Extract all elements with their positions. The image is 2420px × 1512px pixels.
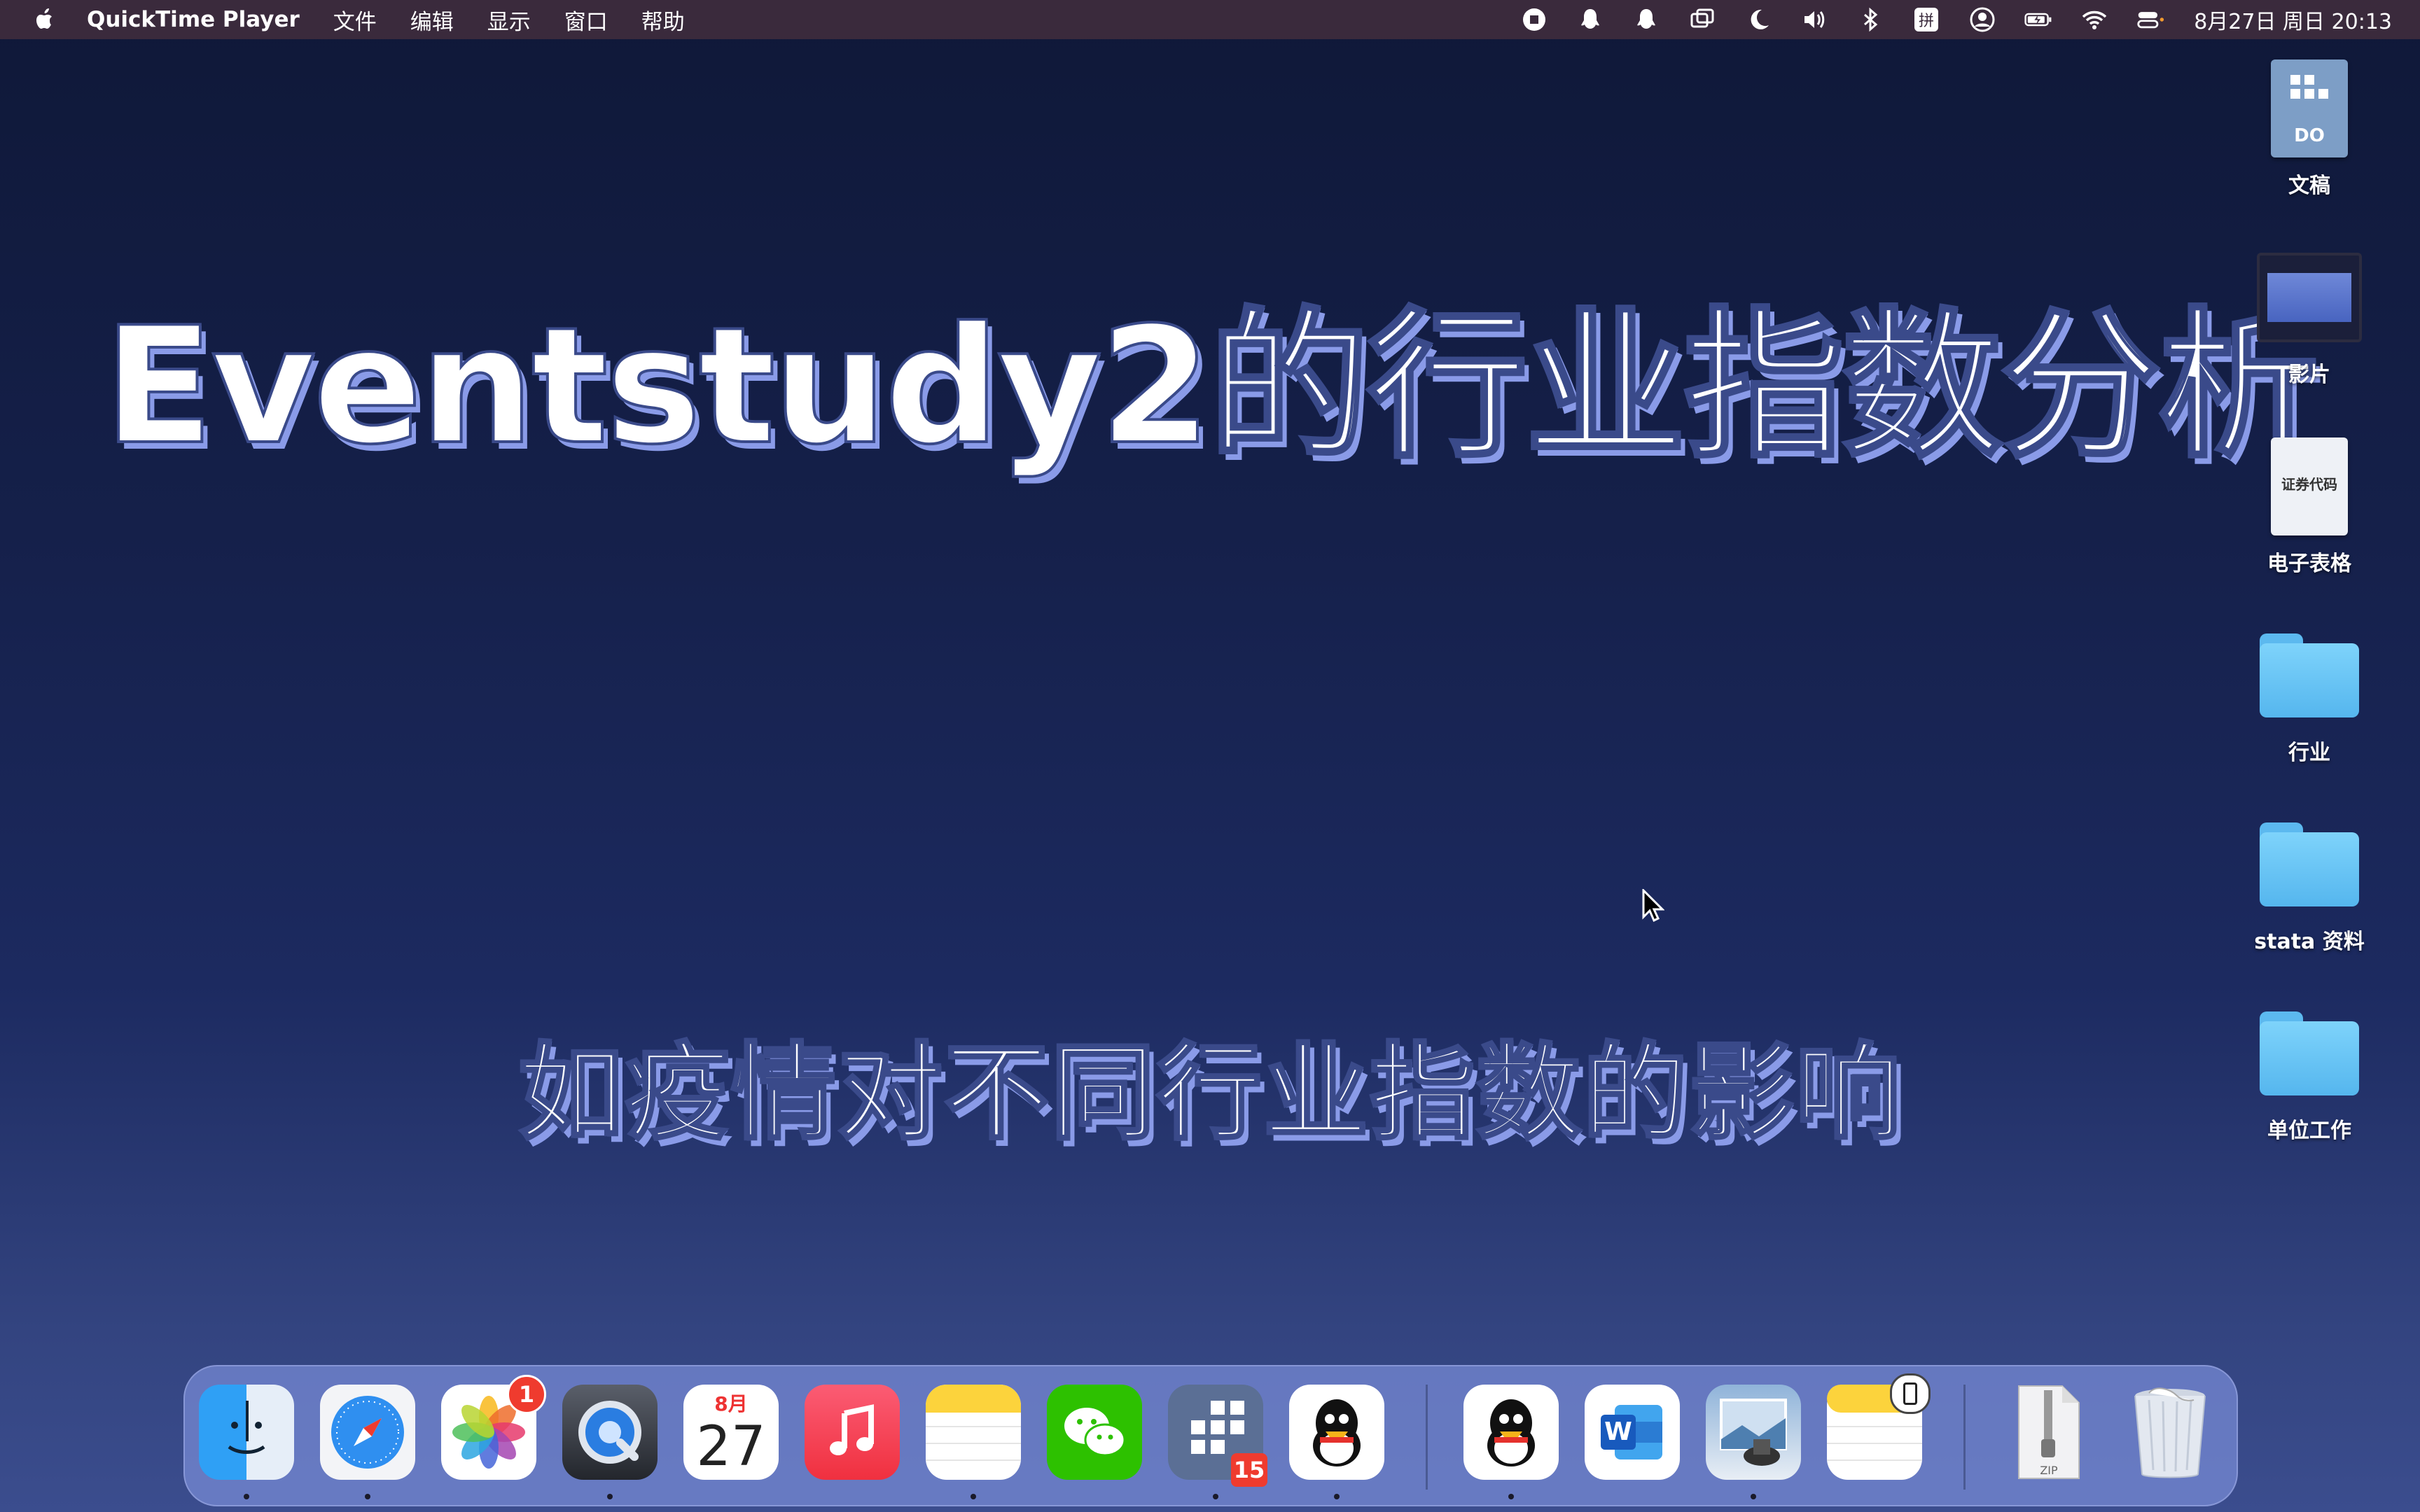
calendar-day: 27 xyxy=(696,1415,766,1478)
desktop-icon-work-folder[interactable]: 单位工作 xyxy=(2241,1001,2378,1144)
phone-continuity-icon xyxy=(1890,1373,1931,1414)
quicktime-icon xyxy=(578,1401,641,1464)
menu-edit[interactable]: 编辑 xyxy=(410,4,454,36)
dock-word[interactable]: W xyxy=(1585,1385,1680,1480)
dock-separator xyxy=(1426,1385,1428,1490)
dock-trash[interactable] xyxy=(2122,1385,2218,1480)
zip-archive-icon: ZIP xyxy=(2018,1385,2080,1479)
running-indicator xyxy=(244,1494,249,1499)
input-method-icon[interactable]: 拼 xyxy=(1911,4,1942,35)
desktop-icon-industry-folder[interactable]: 行业 xyxy=(2241,623,2378,766)
folder-icon xyxy=(2257,812,2362,917)
dock-preview[interactable] xyxy=(1706,1385,1801,1480)
document-file-icon: DO xyxy=(2257,56,2362,161)
trash-icon xyxy=(2134,1387,2206,1478)
qq-icon-2 xyxy=(1487,1399,1535,1466)
app-name-menu[interactable]: QuickTime Player xyxy=(87,7,300,32)
word-letter: W xyxy=(1604,1418,1632,1446)
control-center-icon[interactable] xyxy=(2135,4,2166,35)
dock-safari[interactable] xyxy=(320,1385,415,1480)
video-subtitle: 如疫情对不同行业指数的影响 xyxy=(517,1031,1902,1156)
menu-help[interactable]: 帮助 xyxy=(641,4,685,36)
running-indicator xyxy=(1751,1494,1756,1499)
running-indicator xyxy=(1334,1494,1340,1499)
mirroring-icon[interactable] xyxy=(1687,4,1718,35)
video-title: Eventstudy2的行业指数分析 xyxy=(102,292,2321,482)
music-icon xyxy=(830,1404,874,1455)
dock-finder[interactable] xyxy=(199,1385,294,1480)
focus-moon-icon[interactable] xyxy=(1743,4,1774,35)
dock-qq-2[interactable] xyxy=(1463,1385,1559,1480)
desktop-icon-spreadsheet[interactable]: 证券代码 电子表格 xyxy=(2241,434,2378,577)
qq-status-icon[interactable] xyxy=(1575,4,1606,35)
screen-recording-icon[interactable] xyxy=(1519,4,1550,35)
wifi-icon[interactable] xyxy=(2079,4,2110,35)
status-area: 拼 8月27日 周日 20:13 xyxy=(1494,0,2392,39)
zip-label: ZIP xyxy=(2040,1464,2058,1477)
preview-icon xyxy=(1720,1399,1787,1466)
desktop-icon-label: 文稿 xyxy=(2288,174,2330,198)
movie-thumbnail-icon xyxy=(2257,245,2362,350)
spreadsheet-file-icon: 证券代码 xyxy=(2257,434,2362,539)
user-account-icon[interactable] xyxy=(1967,4,1998,35)
dock-calendar[interactable]: 8月 27 xyxy=(683,1385,779,1480)
document-file-ext: DO xyxy=(2294,125,2325,146)
dock-photos[interactable]: 1 xyxy=(441,1375,546,1480)
folder-icon xyxy=(2257,623,2362,728)
running-indicator xyxy=(607,1494,613,1499)
apple-logo-icon[interactable] xyxy=(31,6,59,34)
running-indicator xyxy=(1508,1494,1514,1499)
menubar-clock[interactable]: 8月27日 周日 20:13 xyxy=(2194,4,2392,35)
menu-view[interactable]: 显示 xyxy=(487,4,531,36)
spreadsheet-preview-text: 证券代码 xyxy=(2281,475,2337,493)
dock-stata[interactable]: 15 xyxy=(1168,1385,1267,1487)
dock-notes[interactable] xyxy=(926,1385,1021,1480)
menu-window[interactable]: 窗口 xyxy=(564,4,608,36)
dock-quicktime[interactable] xyxy=(562,1385,658,1480)
desktop-icon-label: stata 资料 xyxy=(2254,930,2365,954)
volume-icon[interactable] xyxy=(1799,4,1830,35)
dock-qq[interactable] xyxy=(1289,1385,1384,1480)
folder-icon xyxy=(2257,1001,2362,1106)
finder-icon xyxy=(228,1401,265,1454)
stata-badge: 15 xyxy=(1231,1453,1267,1487)
dock-music[interactable] xyxy=(805,1385,900,1480)
desktop-icon-label: 单位工作 xyxy=(2267,1119,2351,1143)
bluetooth-icon[interactable] xyxy=(1855,4,1886,35)
dock-wechat[interactable] xyxy=(1047,1385,1142,1480)
safari-icon xyxy=(331,1396,404,1469)
word-icon: W xyxy=(1601,1405,1662,1460)
dock-zip-archive[interactable]: ZIP xyxy=(2001,1385,2096,1480)
qq-status-icon-2[interactable] xyxy=(1631,4,1662,35)
battery-icon[interactable] xyxy=(2023,4,2054,35)
dock-separator xyxy=(1963,1385,1966,1490)
dock: 1 8月 27 15 W ZIP xyxy=(183,1365,2238,1506)
menu-bar: QuickTime Player 文件 编辑 显示 窗口 帮助 拼 8月27日 … xyxy=(0,0,2420,39)
desktop-icon-stata-folder[interactable]: stata 资料 xyxy=(2241,812,2378,955)
svg-text:拼: 拼 xyxy=(1919,13,1934,30)
qq-icon xyxy=(1313,1399,1361,1466)
wechat-icon xyxy=(1064,1408,1126,1457)
running-indicator xyxy=(971,1494,976,1499)
desktop-icon-label: 行业 xyxy=(2288,741,2330,765)
running-indicator xyxy=(365,1494,370,1499)
photos-badge: 1 xyxy=(507,1375,546,1414)
desktop-icon-movies[interactable]: 影片 xyxy=(2241,245,2378,388)
dock-notes-phone[interactable] xyxy=(1827,1373,1931,1480)
desktop-icon-label: 电子表格 xyxy=(2267,552,2351,576)
calendar-month: 8月 xyxy=(714,1392,748,1415)
menu-file[interactable]: 文件 xyxy=(333,4,377,36)
notes-icon xyxy=(926,1385,1021,1461)
desktop-icon-label: 影片 xyxy=(2288,363,2330,387)
mouse-cursor-icon xyxy=(1642,889,1664,923)
desktop-icon-documents[interactable]: DO 文稿 xyxy=(2241,56,2378,199)
running-indicator xyxy=(1213,1494,1218,1499)
